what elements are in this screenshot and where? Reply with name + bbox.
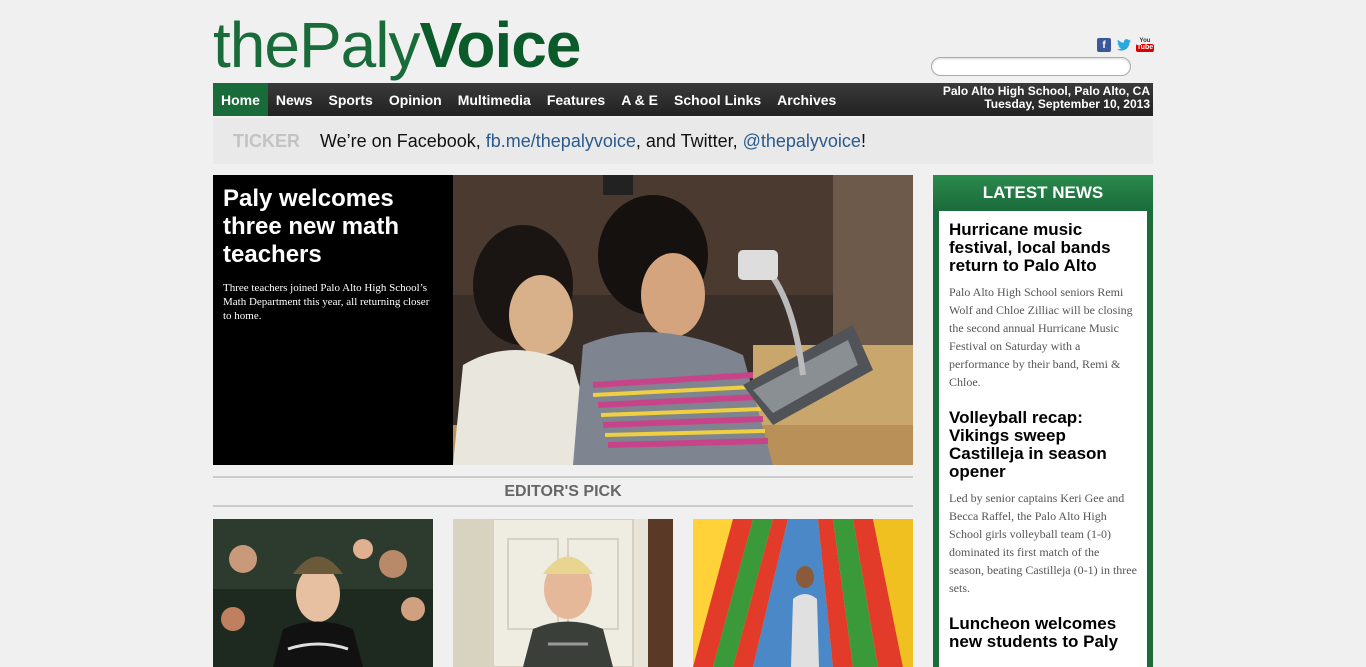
ticker-facebook-link[interactable]: fb.me/thepalyvoice xyxy=(486,131,636,151)
latest-news-item-title[interactable]: Volleyball recap: Vikings sweep Castille… xyxy=(949,409,1137,481)
twitter-bird-icon xyxy=(1117,39,1131,51)
ticker-text-part: , and Twitter, xyxy=(635,130,743,151)
nav-item-a-and-e[interactable]: A & E xyxy=(613,83,666,116)
content-wrapper: thePalyVoice f You Tube Home News Sports… xyxy=(213,0,1155,667)
featured-story-title[interactable]: Paly welcomes three new math teachers xyxy=(223,185,433,269)
ticker-text: We’re on Facebook, fb.me/thepalyvoice, a… xyxy=(320,131,866,152)
youtube-icon-bottom: Tube xyxy=(1135,44,1155,52)
nav-info: Palo Alto High School, Palo Alto, CA Tue… xyxy=(943,85,1150,111)
featured-story[interactable]: Paly welcomes three new math teachers Th… xyxy=(213,175,913,465)
nav-item-home[interactable]: Home xyxy=(213,83,268,116)
latest-news-item-summary: Palo Alto High School seniors Remi Wolf … xyxy=(949,285,1133,389)
nav-item-news[interactable]: News xyxy=(268,83,321,116)
editors-pick-title: EDITOR'S PICK xyxy=(504,482,622,500)
ticker-twitter-link[interactable]: @thepalyvoice xyxy=(743,131,861,151)
logo-part-thin: thePaly xyxy=(213,9,420,81)
main-nav: Home News Sports Opinion Multimedia Feat… xyxy=(213,83,1153,116)
latest-news-item: Hurricane music festival, local bands re… xyxy=(949,221,1137,391)
ticker-text-part: We’re on Facebook, xyxy=(320,130,486,151)
featured-story-text: Paly welcomes three new math teachers Th… xyxy=(223,185,433,323)
nav-item-sports[interactable]: Sports xyxy=(320,83,380,116)
editors-pick-photo-3[interactable] xyxy=(693,519,913,667)
latest-news-item-summary: Led by senior captains Keri Gee and Becc… xyxy=(949,491,1137,595)
nav-item-multimedia[interactable]: Multimedia xyxy=(450,83,539,116)
nav-item-school-links[interactable]: School Links xyxy=(666,83,769,116)
latest-news-title: LATEST NEWS xyxy=(933,175,1153,211)
nav-item-archives[interactable]: Archives xyxy=(769,83,844,116)
ticker-text-part: ! xyxy=(860,130,866,151)
latest-news-item-title[interactable]: Luncheon welcomes new students to Paly xyxy=(949,615,1137,651)
page: thePalyVoice f You Tube Home News Sports… xyxy=(0,0,1366,667)
facebook-icon[interactable]: f xyxy=(1097,38,1111,52)
logo-part-bold: Voice xyxy=(419,9,581,81)
editors-pick-photo-1[interactable] xyxy=(213,519,433,667)
latest-news-item: Luncheon welcomes new students to Paly xyxy=(949,615,1137,651)
ticker-bar: TICKER We’re on Facebook, fb.me/thepalyv… xyxy=(213,118,1153,164)
editors-pick-photo-2[interactable] xyxy=(453,519,673,667)
nav-item-opinion[interactable]: Opinion xyxy=(381,83,450,116)
social-links: f You Tube xyxy=(1097,38,1155,52)
site-logo[interactable]: thePalyVoice xyxy=(213,8,581,86)
current-date: Tuesday, September 10, 2013 xyxy=(984,97,1150,111)
latest-news-item-title[interactable]: Hurricane music festival, local bands re… xyxy=(949,221,1137,275)
featured-story-summary: Three teachers joined Palo Alto High Sch… xyxy=(223,282,430,322)
latest-news-panel: LATEST NEWS Hurricane music festival, lo… xyxy=(933,175,1153,667)
twitter-icon[interactable] xyxy=(1117,38,1131,52)
featured-story-photo[interactable] xyxy=(453,175,913,465)
youtube-icon[interactable]: You Tube xyxy=(1135,38,1155,52)
search-input[interactable] xyxy=(931,57,1131,76)
ticker-label: TICKER xyxy=(233,130,300,151)
latest-news-item: Volleyball recap: Vikings sweep Castille… xyxy=(949,409,1137,597)
editors-pick-header: EDITOR'S PICK xyxy=(213,476,913,507)
latest-news-list: Hurricane music festival, local bands re… xyxy=(939,211,1147,667)
nav-item-features[interactable]: Features xyxy=(539,83,613,116)
